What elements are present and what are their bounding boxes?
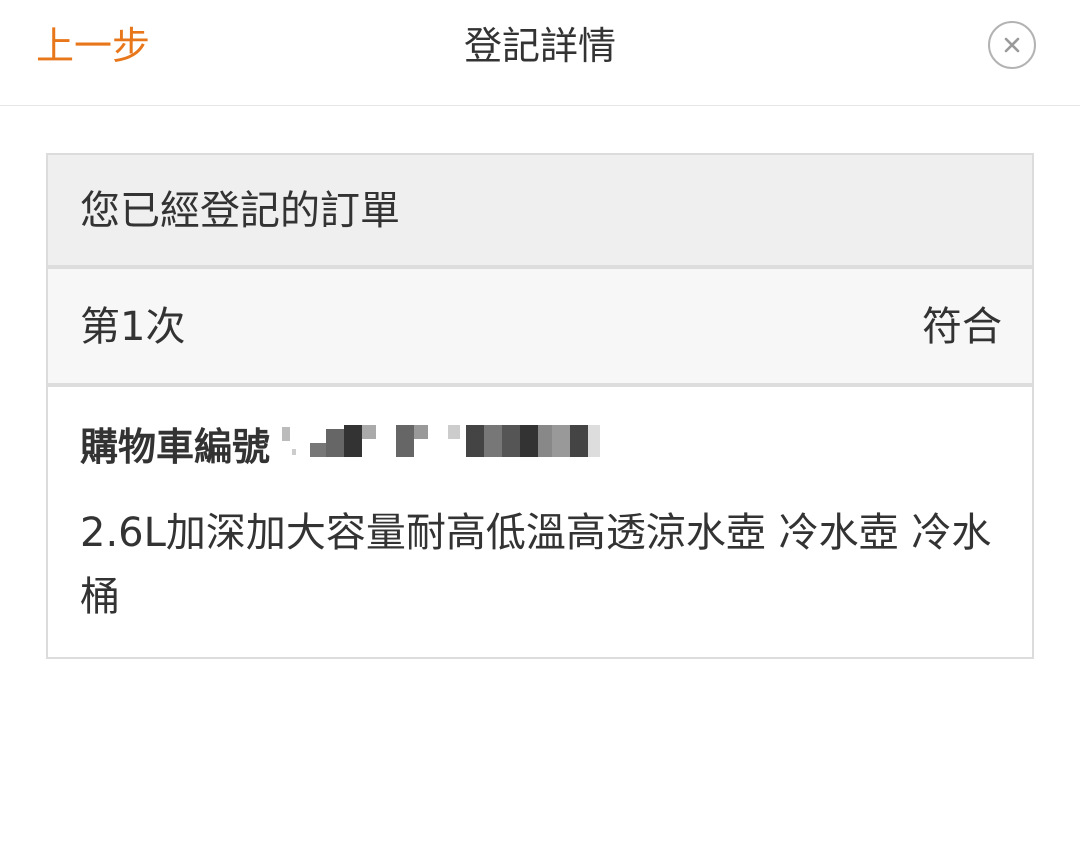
product-name: 2.6L加深加大容量耐高低溫高透涼水壺 冷水壺 冷水桶	[80, 510, 992, 620]
registered-order-card: 您已經登記的訂單 第1次 符合 購物車編號 2.6L加深加大容量耐高低溫高透涼水…	[46, 153, 1034, 659]
registration-count: 第1次	[80, 304, 186, 350]
page-title: 登記詳情	[463, 24, 616, 68]
cart-number-line: 購物車編號	[80, 421, 610, 473]
top-nav-bar: 上一步 登記詳情	[0, 0, 1080, 106]
card-header: 您已經登記的訂單	[48, 155, 1032, 269]
registration-entry-row: 第1次 符合	[48, 269, 1032, 387]
card-title: 您已經登記的訂單	[80, 188, 400, 234]
cart-number-label: 購物車編號	[80, 425, 271, 469]
close-button[interactable]	[988, 21, 1036, 69]
close-icon	[1004, 37, 1020, 53]
match-status: 符合	[922, 304, 1002, 350]
cart-number-redacted	[280, 421, 610, 473]
